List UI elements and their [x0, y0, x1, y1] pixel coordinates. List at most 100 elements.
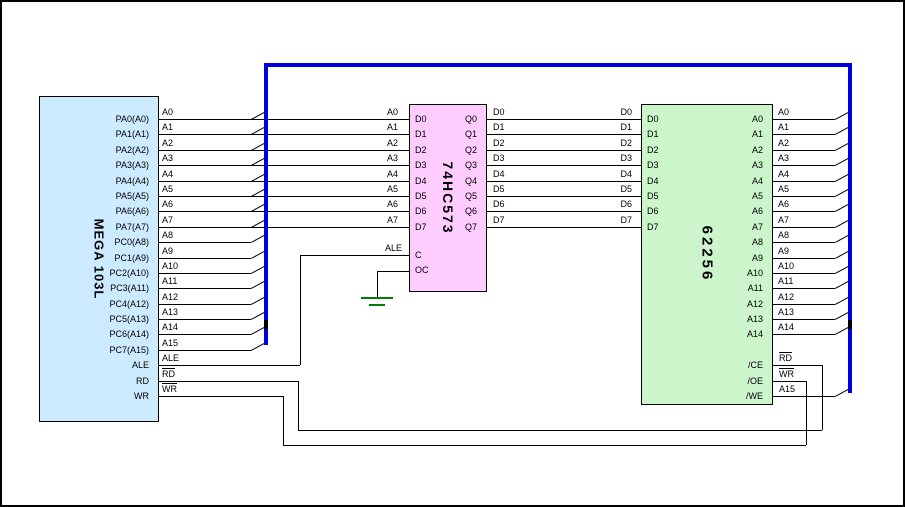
net-label-d3: D3 [620, 153, 632, 163]
net-label-a4: A4 [778, 169, 789, 179]
ground-symbol [369, 304, 385, 306]
wire-a3 [159, 165, 409, 166]
net-label-a8: A8 [778, 230, 789, 240]
wire-a2 [159, 150, 409, 151]
pin-label-q1: Q1 [465, 129, 477, 139]
net-label-a12: A12 [162, 292, 178, 302]
net-label-a1: A1 [778, 122, 789, 132]
net-label-d0: D0 [493, 107, 505, 117]
net-label-a7: A7 [387, 215, 398, 225]
net-label-a8: A8 [162, 230, 173, 240]
net-label-a10: A10 [162, 261, 178, 271]
wire-ale [300, 255, 409, 256]
pin-label-q7: Q7 [465, 222, 477, 232]
pin-label-a4: A4 [752, 176, 763, 186]
pin-label-d5: D5 [415, 191, 427, 201]
pin-label-pc7-a15: PC7(A15) [109, 345, 149, 355]
pin-label-d7: D7 [647, 222, 659, 232]
pin-label-d1: D1 [415, 129, 427, 139]
wire-ale [159, 365, 300, 366]
net-label-a0: A0 [778, 107, 789, 117]
pin-label-a0: A0 [752, 114, 763, 124]
pin-label-d4: D4 [647, 176, 659, 186]
pin-label-oe: /OE [747, 376, 763, 386]
pin-label-d2: D2 [647, 145, 659, 155]
wire-wr [806, 381, 807, 445]
schematic-canvas: MEGA 103L 74HC573 62256 PA0(A0)PA1(A1)PA… [0, 0, 905, 507]
net-label-a5: A5 [387, 184, 398, 194]
address-bus [264, 63, 852, 67]
pin-label-a11: A11 [748, 283, 763, 293]
pin-label-a1: A1 [752, 129, 763, 139]
bus-entry [835, 251, 848, 259]
wire-d1 [487, 134, 641, 135]
net-label-a6: A6 [387, 199, 398, 209]
net-label-a6: A6 [162, 199, 173, 209]
pin-label-d2: D2 [415, 145, 427, 155]
net-label-a3: A3 [162, 153, 173, 163]
bus-entry [251, 297, 264, 305]
pin-label-pa0-a0: PA0(A0) [116, 114, 149, 124]
pin-label-we: /WE [746, 391, 763, 401]
net-label-a12: A12 [778, 292, 794, 302]
net-label-rd: RD [162, 369, 175, 379]
net-label-a7: A7 [162, 215, 173, 225]
wire-a1 [773, 134, 835, 135]
pin-label-q5: Q5 [465, 191, 477, 201]
net-label-a1: A1 [162, 122, 173, 132]
net-label-ale: ALE [385, 243, 402, 253]
pin-label-q4: Q4 [465, 176, 477, 186]
wire-a6 [159, 211, 409, 212]
pin-label-d3: D3 [415, 160, 427, 170]
pin-label-pa2-a2: PA2(A2) [116, 145, 149, 155]
net-label-a15: A15 [162, 338, 178, 348]
wire-a10 [159, 273, 251, 274]
bus-entry [835, 204, 848, 212]
net-label-a0: A0 [387, 107, 398, 117]
pin-label-pc6-a14: PC6(A14) [109, 329, 149, 339]
net-label-rd: RD [779, 353, 792, 363]
wire-a14 [773, 334, 835, 335]
net-label-a10: A10 [778, 261, 794, 271]
wire-a15 [773, 396, 835, 397]
net-label-a13: A13 [778, 307, 794, 317]
wire-a1 [159, 134, 409, 135]
wire-a9 [773, 258, 835, 259]
pin-label-pc0-a8: PC0(A8) [114, 237, 149, 247]
pin-label-d3: D3 [647, 160, 659, 170]
bus-entry [835, 220, 848, 228]
wire-wr [773, 381, 806, 382]
wire-a10 [773, 273, 835, 274]
net-label-d7: D7 [620, 215, 632, 225]
wire-a13 [159, 319, 251, 320]
wire-a0 [773, 119, 835, 120]
bus-entry [251, 281, 264, 289]
pin-label-a14: A14 [747, 329, 763, 339]
pin-label-pc4-a12: PC4(A12) [109, 299, 149, 309]
bus-entry [251, 327, 264, 335]
bus-entry [835, 158, 848, 166]
pin-label-a12: A12 [747, 299, 763, 309]
pin-label-ale: ALE [132, 360, 149, 370]
wire-d2 [487, 150, 641, 151]
bus-entry [835, 281, 848, 289]
wire-d0 [487, 119, 641, 120]
chip-title-62256: 62256 [699, 226, 716, 283]
pin-label-pa1-a1: PA1(A1) [116, 129, 149, 139]
pin-label-pa3-a3: PA3(A3) [116, 160, 149, 170]
net-label-a11: A11 [778, 276, 793, 286]
wire-wr [283, 445, 806, 446]
pin-label-a3: A3 [752, 160, 763, 170]
net-label-d2: D2 [620, 138, 632, 148]
bus-entry [835, 143, 848, 151]
net-label-wr: WR [162, 384, 177, 394]
net-label-a3: A3 [387, 153, 398, 163]
wire-rd [159, 381, 298, 382]
wire-a9 [159, 258, 251, 259]
net-label-d6: D6 [493, 199, 505, 209]
wire-d6 [487, 211, 641, 212]
pin-label-pa5-a5: PA5(A5) [116, 191, 149, 201]
net-label-a14: A14 [162, 322, 178, 332]
net-label-wr: WR [779, 369, 794, 379]
net-label-a15: A15 [779, 384, 795, 394]
